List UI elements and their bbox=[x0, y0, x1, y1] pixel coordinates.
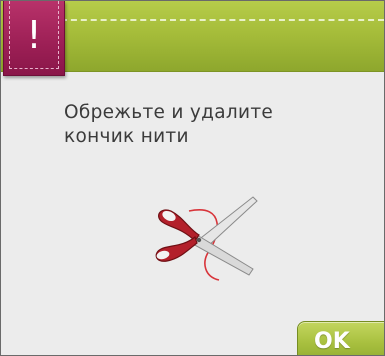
dialog-message: Обрежьте и удалите кончик нити bbox=[64, 101, 364, 149]
scissors-blade-upper bbox=[196, 196, 258, 248]
header-stitch-line bbox=[61, 19, 384, 21]
alert-tab: ! bbox=[3, 1, 65, 76]
ok-button[interactable]: OK bbox=[297, 321, 384, 355]
exclamation-icon: ! bbox=[26, 13, 42, 57]
scissors-pivot bbox=[196, 237, 202, 243]
message-line-1: Обрежьте и удалите bbox=[64, 102, 274, 123]
thread-cut-dialog: ! Обрежьте и удалите кончик нити OK bbox=[0, 0, 385, 356]
message-line-2: кончик нити bbox=[64, 126, 189, 147]
scissors-cut-thread-icon bbox=[155, 196, 258, 281]
